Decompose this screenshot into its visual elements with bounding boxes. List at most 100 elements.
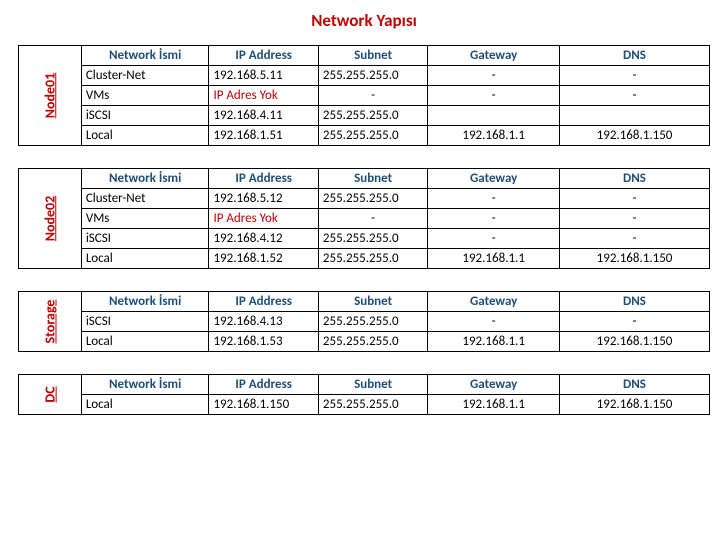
- cell-ip: 192.168.1.53: [209, 332, 318, 352]
- table-header-row: Storage Network İsmi IP Address Subnet G…: [19, 292, 710, 312]
- section-node02: Node02 Network İsmi IP Address Subnet Ga…: [18, 168, 710, 269]
- cell-gateway: -: [428, 86, 560, 106]
- cell-dns: -: [560, 312, 710, 332]
- cell-ip: 192.168.1.51: [209, 126, 318, 146]
- cell-ip: 192.168.5.12: [209, 189, 318, 209]
- table-header-row: Node01 Network İsmi IP Address Subnet Ga…: [19, 46, 710, 66]
- cell-dns: [560, 106, 710, 126]
- cell-subnet: 255.255.255.0: [318, 332, 427, 352]
- cell-subnet: 255.255.255.0: [318, 66, 427, 86]
- col-subnet: Subnet: [318, 292, 427, 312]
- cell-gateway: [428, 106, 560, 126]
- cell-ip: 192.168.4.12: [209, 229, 318, 249]
- cell-name: Local: [81, 332, 209, 352]
- cell-subnet: 255.255.255.0: [318, 229, 427, 249]
- table-row: iSCSI 192.168.4.13 255.255.255.0 - -: [19, 312, 710, 332]
- cell-name: Local: [81, 249, 209, 269]
- section-label: Node02: [41, 196, 58, 242]
- col-name: Network İsmi: [81, 169, 209, 189]
- cell-subnet: -: [318, 86, 427, 106]
- cell-gateway: -: [428, 229, 560, 249]
- page-title: Network Yapısı: [18, 10, 710, 31]
- col-ip: IP Address: [209, 375, 318, 395]
- cell-dns: -: [560, 86, 710, 106]
- cell-dns: 192.168.1.150: [560, 332, 710, 352]
- section-label: Node01: [41, 73, 58, 119]
- section-node01: Node01 Network İsmi IP Address Subnet Ga…: [18, 45, 710, 146]
- cell-subnet: 255.255.255.0: [318, 106, 427, 126]
- section-storage: Storage Network İsmi IP Address Subnet G…: [18, 291, 710, 352]
- cell-gateway: 192.168.1.1: [428, 126, 560, 146]
- table-node02: Node02 Network İsmi IP Address Subnet Ga…: [18, 168, 710, 269]
- table-row: Local 192.168.1.150 255.255.255.0 192.16…: [19, 395, 710, 415]
- table-header-row: DC Network İsmi IP Address Subnet Gatewa…: [19, 375, 710, 395]
- cell-dns: -: [560, 229, 710, 249]
- col-name: Network İsmi: [81, 46, 209, 66]
- cell-ip: 192.168.1.52: [209, 249, 318, 269]
- cell-dns: 192.168.1.150: [560, 249, 710, 269]
- table-row: VMs IP Adres Yok - - -: [19, 209, 710, 229]
- section-label-cell: Node01: [19, 46, 82, 146]
- cell-name: Local: [81, 126, 209, 146]
- col-ip: IP Address: [209, 46, 318, 66]
- col-dns: DNS: [560, 169, 710, 189]
- cell-gateway: -: [428, 312, 560, 332]
- table-row: Cluster-Net 192.168.5.12 255.255.255.0 -…: [19, 189, 710, 209]
- cell-gateway: 192.168.1.1: [428, 249, 560, 269]
- section-label-cell: DC: [19, 375, 82, 415]
- table-row: Local 192.168.1.53 255.255.255.0 192.168…: [19, 332, 710, 352]
- cell-subnet: 255.255.255.0: [318, 189, 427, 209]
- table-row: Local 192.168.1.52 255.255.255.0 192.168…: [19, 249, 710, 269]
- cell-gateway: 192.168.1.1: [428, 395, 560, 415]
- cell-name: Local: [81, 395, 209, 415]
- cell-ip: 192.168.4.13: [209, 312, 318, 332]
- table-dc: DC Network İsmi IP Address Subnet Gatewa…: [18, 374, 710, 415]
- col-subnet: Subnet: [318, 169, 427, 189]
- col-gateway: Gateway: [428, 375, 560, 395]
- cell-name: VMs: [81, 209, 209, 229]
- cell-name: Cluster-Net: [81, 66, 209, 86]
- cell-name: iSCSI: [81, 312, 209, 332]
- cell-subnet: 255.255.255.0: [318, 395, 427, 415]
- col-dns: DNS: [560, 375, 710, 395]
- cell-ip-missing: IP Adres Yok: [209, 86, 318, 106]
- section-label: Storage: [41, 300, 58, 344]
- section-label-cell: Node02: [19, 169, 82, 269]
- cell-gateway: -: [428, 189, 560, 209]
- section-label: DC: [41, 386, 58, 402]
- cell-subnet: 255.255.255.0: [318, 312, 427, 332]
- cell-dns: -: [560, 209, 710, 229]
- cell-ip: 192.168.4.11: [209, 106, 318, 126]
- table-row: Local 192.168.1.51 255.255.255.0 192.168…: [19, 126, 710, 146]
- cell-name: VMs: [81, 86, 209, 106]
- table-row: iSCSI 192.168.4.12 255.255.255.0 - -: [19, 229, 710, 249]
- cell-dns: -: [560, 189, 710, 209]
- col-ip: IP Address: [209, 169, 318, 189]
- cell-gateway: -: [428, 66, 560, 86]
- cell-dns: 192.168.1.150: [560, 395, 710, 415]
- table-row: Cluster-Net 192.168.5.11 255.255.255.0 -…: [19, 66, 710, 86]
- table-header-row: Node02 Network İsmi IP Address Subnet Ga…: [19, 169, 710, 189]
- col-subnet: Subnet: [318, 46, 427, 66]
- table-storage: Storage Network İsmi IP Address Subnet G…: [18, 291, 710, 352]
- cell-ip: 192.168.5.11: [209, 66, 318, 86]
- table-row: VMs IP Adres Yok - - -: [19, 86, 710, 106]
- cell-gateway: 192.168.1.1: [428, 332, 560, 352]
- col-name: Network İsmi: [81, 292, 209, 312]
- section-dc: DC Network İsmi IP Address Subnet Gatewa…: [18, 374, 710, 415]
- section-label-cell: Storage: [19, 292, 82, 352]
- col-subnet: Subnet: [318, 375, 427, 395]
- col-dns: DNS: [560, 292, 710, 312]
- table-node01: Node01 Network İsmi IP Address Subnet Ga…: [18, 45, 710, 146]
- cell-subnet: -: [318, 209, 427, 229]
- cell-dns: -: [560, 66, 710, 86]
- cell-ip: 192.168.1.150: [209, 395, 318, 415]
- cell-subnet: 255.255.255.0: [318, 249, 427, 269]
- col-dns: DNS: [560, 46, 710, 66]
- cell-ip-missing: IP Adres Yok: [209, 209, 318, 229]
- col-gateway: Gateway: [428, 292, 560, 312]
- cell-name: Cluster-Net: [81, 189, 209, 209]
- cell-dns: 192.168.1.150: [560, 126, 710, 146]
- table-row: iSCSI 192.168.4.11 255.255.255.0: [19, 106, 710, 126]
- col-ip: IP Address: [209, 292, 318, 312]
